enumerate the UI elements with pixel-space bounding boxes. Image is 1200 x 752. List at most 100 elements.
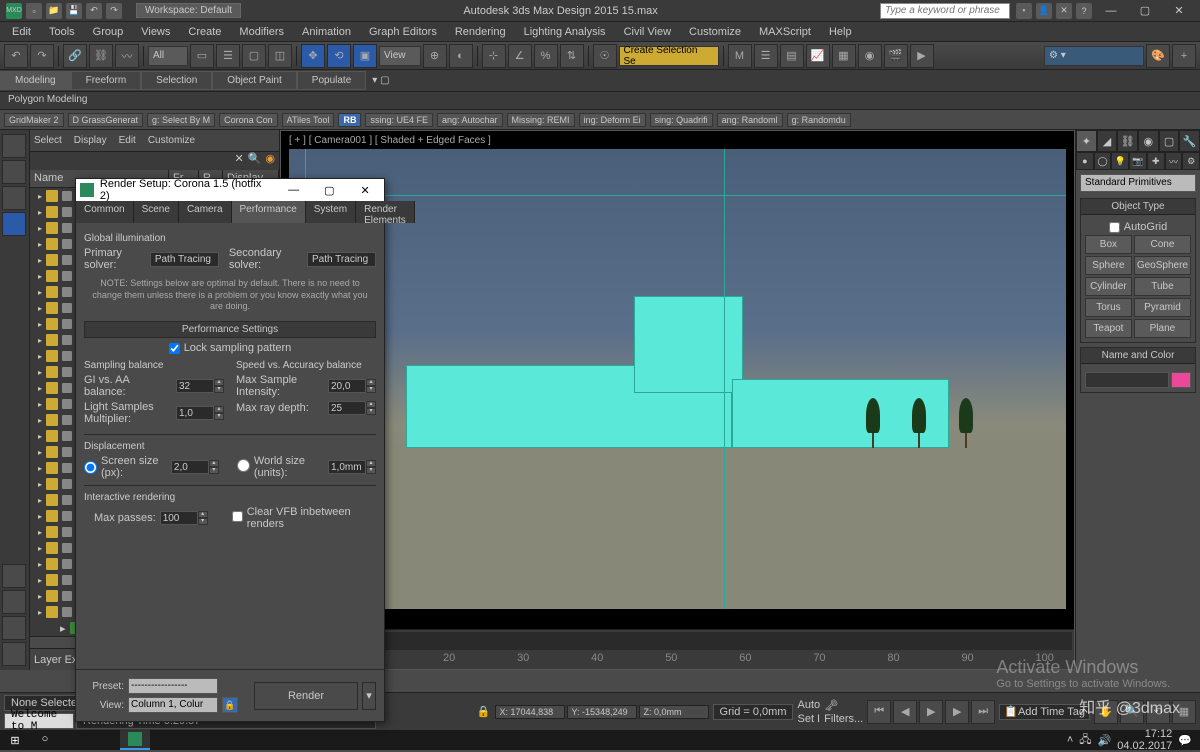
motion-tab[interactable]: ◉	[1138, 130, 1159, 152]
left-tool-button[interactable]	[2, 212, 26, 236]
new-icon[interactable]: ▫	[26, 3, 42, 19]
scene-filter-icon[interactable]: ✕	[234, 152, 243, 170]
modify-tab[interactable]: ◢	[1097, 130, 1118, 152]
view-select[interactable]: Column 1, Colur	[128, 697, 218, 713]
spinner-down[interactable]: ▾	[209, 467, 219, 474]
menu-grapheditors[interactable]: Graph Editors	[361, 24, 445, 40]
object-color-swatch[interactable]	[1171, 372, 1191, 388]
timeline-slider[interactable]: 0 / 100	[283, 632, 1072, 650]
named-sel-button[interactable]: ☉	[593, 44, 617, 68]
expand-icon[interactable]: ▸	[38, 448, 42, 457]
shapes-subtab[interactable]: ◯	[1094, 152, 1112, 170]
lock-view-icon[interactable]: 🔒	[222, 697, 238, 713]
app-icon[interactable]: MXD	[6, 3, 22, 19]
scale-button[interactable]: ▣	[353, 44, 377, 68]
create-cone-button[interactable]: Cone	[1134, 235, 1191, 254]
max-passes-input[interactable]	[160, 511, 198, 525]
create-cylinder-button[interactable]: Cylinder	[1085, 277, 1132, 296]
ribbon-expand-icon[interactable]: ▾ ▢	[372, 75, 389, 86]
spinner-up[interactable]: ▴	[214, 379, 224, 386]
scene-sort-icon[interactable]: ◉	[265, 152, 275, 170]
menu-modifiers[interactable]: Modifiers	[231, 24, 292, 40]
plugin-item[interactable]: ssing: UE4 FE	[365, 113, 433, 127]
add-time-tag[interactable]: 📋 Add Time Tag	[999, 704, 1090, 720]
expand-icon[interactable]: ▸	[38, 304, 42, 313]
create-tab[interactable]: ✦	[1076, 130, 1097, 152]
render-flyout[interactable]: ▾	[362, 682, 376, 710]
plugin-item[interactable]: Missing: REMI	[507, 113, 575, 127]
workspace-selector[interactable]: Workspace: Default	[136, 3, 241, 18]
menu-help[interactable]: Help	[821, 24, 860, 40]
schematic-button[interactable]: ▦	[832, 44, 856, 68]
spinner-up[interactable]: ▴	[366, 460, 376, 467]
render-frame-button[interactable]: ▶	[910, 44, 934, 68]
expand-icon[interactable]: ▸	[38, 576, 42, 585]
expand-icon[interactable]: ▸	[38, 592, 42, 601]
tray-chevron-icon[interactable]: ˄	[1067, 734, 1073, 746]
bind-button[interactable]: 〰	[115, 44, 139, 68]
undo-button[interactable]: ↶	[4, 44, 28, 68]
rollout-name-color[interactable]: Name and Color	[1081, 348, 1195, 364]
align-button[interactable]: ☰	[754, 44, 778, 68]
filters-label[interactable]: Filters...	[824, 713, 863, 725]
expand-icon[interactable]: ▸	[38, 288, 42, 297]
menu-edit[interactable]: Edit	[4, 24, 39, 40]
cameras-subtab[interactable]: 📷	[1129, 152, 1147, 170]
angle-snap-button[interactable]: ∠	[508, 44, 532, 68]
plugin-item[interactable]: ATiles Tool	[282, 113, 335, 127]
left-tool-button[interactable]	[2, 642, 26, 666]
open-icon[interactable]: 📁	[46, 3, 62, 19]
light-mult-input[interactable]	[176, 406, 214, 420]
help-icon[interactable]: ?	[1076, 3, 1092, 19]
ribbon-tab-modeling[interactable]: Modeling	[0, 71, 71, 90]
mirror-button[interactable]: M	[728, 44, 752, 68]
tray-time[interactable]: 17:12	[1117, 728, 1172, 740]
material-editor-button[interactable]: ◉	[858, 44, 882, 68]
ribbon-tab-selection[interactable]: Selection	[141, 71, 212, 90]
left-tool-button[interactable]	[2, 564, 26, 588]
expand-icon[interactable]: ▸	[38, 432, 42, 441]
spacewarps-subtab[interactable]: 〰	[1165, 152, 1183, 170]
menu-create[interactable]: Create	[180, 24, 229, 40]
utilities-tab[interactable]: 🔧	[1179, 130, 1200, 152]
goto-start-button[interactable]: ⏮	[867, 700, 891, 724]
spinner-down[interactable]: ▾	[214, 386, 224, 393]
percent-snap-button[interactable]: %	[534, 44, 558, 68]
menu-tools[interactable]: Tools	[41, 24, 83, 40]
scene-menu-select[interactable]: Select	[34, 135, 62, 146]
expand-icon[interactable]: ▸	[60, 622, 66, 635]
scene-menu-display[interactable]: Display	[74, 135, 107, 146]
selection-filter[interactable]: All	[148, 46, 188, 66]
prev-frame-button[interactable]: ◀	[893, 700, 917, 724]
ref-coord-dropdown[interactable]: View	[379, 46, 421, 66]
z-coord[interactable]: Z: 0,0mm	[639, 705, 709, 719]
expand-icon[interactable]: ▸	[38, 320, 42, 329]
left-tool-button[interactable]	[2, 186, 26, 210]
expand-icon[interactable]: ▸	[38, 240, 42, 249]
clear-vfb-checkbox[interactable]	[232, 511, 243, 522]
expand-icon[interactable]: ▸	[38, 496, 42, 505]
create-teapot-button[interactable]: Teapot	[1085, 319, 1132, 338]
tray-date[interactable]: 04.02.2017	[1117, 740, 1172, 752]
plugin-item[interactable]: g: Randomdu	[787, 113, 851, 127]
spinner-up[interactable]: ▴	[366, 379, 376, 386]
dialog-tab-scene[interactable]: Scene	[134, 201, 179, 223]
expand-icon[interactable]: ▸	[38, 544, 42, 553]
window-crossing-button[interactable]: ◫	[268, 44, 292, 68]
expand-icon[interactable]: ▸	[38, 384, 42, 393]
play-button[interactable]: ▶	[919, 700, 943, 724]
spinner-down[interactable]: ▾	[366, 408, 376, 415]
lock-sampling-checkbox[interactable]	[169, 343, 180, 354]
spinner-snap-button[interactable]: ⇅	[560, 44, 584, 68]
plugin-item[interactable]: RB	[338, 113, 361, 127]
x-coord[interactable]: X: 17044,838	[495, 705, 565, 719]
expand-icon[interactable]: ▸	[38, 464, 42, 473]
snap-button[interactable]: ⊹	[482, 44, 506, 68]
spinner-down[interactable]: ▾	[366, 467, 376, 474]
helpers-subtab[interactable]: ✚	[1147, 152, 1165, 170]
spinner-up[interactable]: ▴	[209, 460, 219, 467]
expand-icon[interactable]: ▸	[38, 560, 42, 569]
ribbon-tab-freeform[interactable]: Freeform	[71, 71, 142, 90]
rollout-object-type[interactable]: Object Type	[1081, 199, 1195, 215]
menu-group[interactable]: Group	[85, 24, 132, 40]
